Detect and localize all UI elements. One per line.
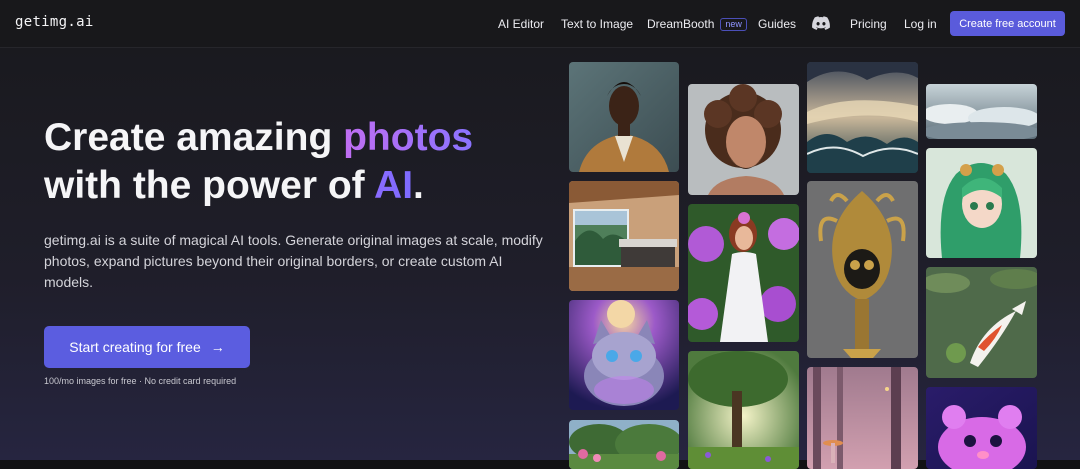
- hero-description: getimg.ai is a suite of magical AI tools…: [44, 232, 543, 290]
- gallery-image-misty-forest[interactable]: [807, 367, 918, 469]
- nav-guides-label[interactable]: Guides: [758, 17, 796, 31]
- gallery-image-cosmic-cat[interactable]: [569, 300, 679, 410]
- free-tier-note: 100/mo images for free · No credit card …: [44, 376, 237, 386]
- new-badge: new: [720, 17, 747, 31]
- arrow-right-icon: →: [210, 339, 225, 355]
- hero-title-highlight-ai: AI: [374, 164, 414, 207]
- nav-login-label[interactable]: Log in: [904, 17, 937, 31]
- gallery-image-bedroom[interactable]: [569, 181, 679, 291]
- hero-title-highlight-photos: photos: [343, 116, 474, 159]
- gallery-image-sunlit-tree[interactable]: [688, 351, 799, 469]
- nav-pricing-label[interactable]: Pricing: [850, 17, 887, 31]
- gallery-image-flower-garden[interactable]: [569, 420, 679, 469]
- nav-login[interactable]: Log in: [904, 0, 937, 48]
- nav-text-to-image[interactable]: Text to Image: [561, 0, 633, 48]
- hero-title-period: .: [413, 164, 424, 207]
- nav-text-to-image-label[interactable]: Text to Image: [561, 17, 633, 31]
- nav-pricing[interactable]: Pricing: [850, 0, 887, 48]
- hero-title: Create amazing photos with the power of …: [44, 114, 564, 210]
- nav-ai-editor[interactable]: AI Editor: [498, 0, 544, 48]
- nav-dreambooth-label[interactable]: DreamBooth: [647, 17, 714, 31]
- gallery-image-golden-skull[interactable]: [807, 181, 918, 358]
- gallery-image-curly-haired-man[interactable]: [688, 84, 799, 195]
- start-creating-button[interactable]: Start creating for free →: [44, 326, 250, 368]
- create-free-account-button[interactable]: Create free account: [950, 11, 1065, 36]
- logo[interactable]: getimg.ai: [15, 14, 94, 30]
- gallery-image-woman-white-dress[interactable]: [688, 204, 799, 342]
- discord-icon[interactable]: [812, 16, 830, 30]
- hero-title-line1: Create amazing: [44, 116, 344, 159]
- gallery-image-neon-hamster[interactable]: [926, 387, 1037, 469]
- bottom-divider: [0, 460, 1080, 469]
- top-navbar: getimg.ai AI Editor Text to Image DreamB…: [0, 0, 1080, 48]
- start-creating-label[interactable]: Start creating for free: [69, 339, 201, 355]
- gallery-image-cloudscape[interactable]: [926, 84, 1037, 139]
- nav-dreambooth[interactable]: DreamBooth new: [647, 0, 747, 48]
- gallery-image-stormy-sea[interactable]: [807, 62, 918, 173]
- nav-guides[interactable]: Guides: [758, 0, 796, 48]
- hero-title-line2: with the power of: [44, 164, 375, 207]
- gallery-image-koi-pond[interactable]: [926, 267, 1037, 378]
- gallery-image-portrait-man[interactable]: [569, 62, 679, 172]
- gallery-image-anime-girl[interactable]: [926, 148, 1037, 258]
- nav-ai-editor-label[interactable]: AI Editor: [498, 17, 544, 31]
